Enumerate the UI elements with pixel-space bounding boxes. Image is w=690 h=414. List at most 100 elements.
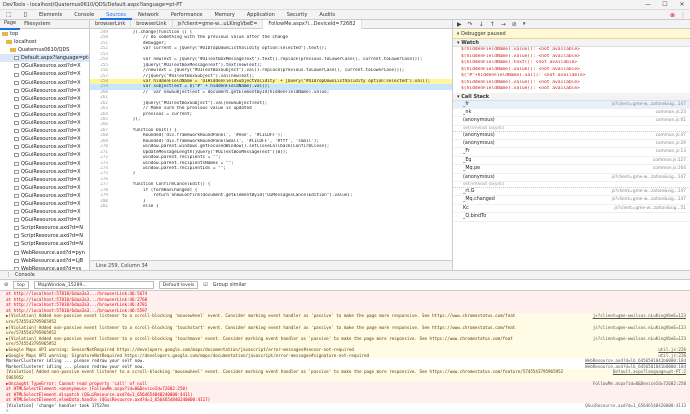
minimize-button[interactable]: — — [640, 0, 656, 10]
message-source-link[interactable]: js?client=gme-wwilsos.nLuKingVbeE=123 — [589, 313, 686, 319]
tree-item[interactable]: Quaternus0610/QDS — [0, 46, 89, 54]
device-toolbar-icon[interactable]: ▯ — [18, 10, 33, 20]
resume-icon[interactable]: ▶ — [457, 21, 462, 28]
frame-location[interactable]: js?client=gme-w...zation&sig...147 — [612, 101, 686, 108]
message-source-link[interactable]: Default.aspx?language=pt-PT:2 — [609, 369, 686, 375]
tree-item[interactable]: QGuiResource.axd?d=X — [0, 184, 89, 192]
call-frame[interactable]: _fr js?client=gme-w...zation&sig...147 — [453, 100, 690, 109]
call-frame[interactable]: _Eq common.js:127 — [453, 157, 690, 166]
tree-item[interactable]: Default.aspx?language=pt-PT — [0, 54, 89, 63]
tree-item[interactable]: QGuiResource.axd?d=X — [0, 151, 89, 159]
tree-item[interactable]: QGuiResource.axd?d=X — [0, 143, 89, 151]
close-button[interactable]: ✕ — [674, 0, 690, 10]
tree-item[interactable]: QGuiResource.axd?d=X — [0, 192, 89, 200]
tree-item[interactable]: QGuiResource.axd?d=X — [0, 62, 89, 70]
message-source-link[interactable]: FollowMe.aspx?id=0&DeviceId=72682:250 — [589, 381, 686, 387]
console-filter-input[interactable]: MapWindow_15289... — [33, 281, 154, 289]
tab-memory[interactable]: Memory — [209, 10, 241, 20]
log-levels-select[interactable]: Default levels — [158, 281, 199, 289]
call-stack-header[interactable]: ▾ Call Stack — [453, 92, 690, 101]
frame-location[interactable]: js?client=gme-w...zation&sig...147 — [612, 188, 686, 195]
tab-security[interactable]: Security — [281, 10, 314, 20]
call-frame[interactable]: _Q.bindTo — [453, 213, 690, 222]
clear-console-icon[interactable]: ⊘ — [4, 282, 8, 288]
step-into-icon[interactable]: ↓ — [479, 21, 484, 28]
tree-item[interactable]: QGuiResource.axd?d=X — [0, 176, 89, 184]
editor-tab[interactable]: browserLink — [131, 20, 173, 29]
tree-item[interactable]: QGuiResource.axd?d=X — [0, 135, 89, 143]
tree-item[interactable]: QGuiResource.axd?d=X — [0, 208, 89, 216]
console-drawer-tab[interactable]: Console — [15, 272, 35, 278]
call-frame[interactable]: _nk common.js:23 — [453, 109, 690, 118]
tab-network[interactable]: Network — [132, 10, 165, 20]
call-frame[interactable]: (anonymous) common.js:61 — [453, 117, 690, 126]
frame-location[interactable]: js?client=gme-w...zation&sig...147 — [612, 174, 686, 181]
tree-item[interactable]: QGuiResource.axd?d=X — [0, 127, 89, 135]
frame-location[interactable]: common.js:61 — [656, 117, 686, 124]
call-frame[interactable]: (anonymous) common.js:47 — [453, 132, 690, 141]
call-frame[interactable]: _Mq.pe common.js:164 — [453, 165, 690, 174]
nav-tab-filesystem[interactable]: Filesystem — [20, 20, 54, 29]
tree-item[interactable]: QGuiResource.axd?d=X — [0, 111, 89, 119]
code-line[interactable]: 281 else { — [90, 204, 452, 209]
tree-item[interactable]: QGuiResource.axd?d=X — [0, 70, 89, 78]
tree-item[interactable]: top — [0, 30, 89, 38]
more-options-icon[interactable]: ⋮ — [680, 12, 686, 19]
step-over-icon[interactable]: ↷ — [468, 21, 473, 28]
error-count-icon[interactable]: ⊗ — [670, 12, 675, 19]
inspect-icon[interactable]: ⬚ — [0, 10, 18, 20]
tree-item[interactable]: QGuiResource.axd?d=X — [0, 87, 89, 95]
tree-item[interactable]: QGuiResource.axd?d=X — [0, 160, 89, 168]
frame-location[interactable]: common.js:23 — [656, 109, 686, 116]
group-similar-checkbox[interactable]: ☑ — [203, 282, 207, 288]
tab-audits[interactable]: Audits — [313, 10, 341, 20]
tree-item[interactable]: ScriptResource.axd?d=N — [0, 232, 89, 240]
watch-header[interactable]: ▾ Watch — [453, 39, 690, 47]
tab-application[interactable]: Application — [241, 10, 281, 20]
tab-console[interactable]: Console — [68, 10, 100, 20]
tab-sources[interactable]: Sources — [100, 10, 132, 20]
frame-location[interactable]: common.js:127 — [653, 157, 686, 164]
tree-item[interactable]: QGuiResource.axd?d=X — [0, 103, 89, 111]
message-source-link[interactable]: js?client=gme-wwilsos.nLuKingVbeE=123 — [589, 336, 686, 342]
tree-item[interactable]: QGuiResource.axd?d=X — [0, 119, 89, 127]
call-frame[interactable]: (anonymous) js?client=gme-w...zation&sig.… — [453, 174, 690, 183]
call-frame[interactable]: _Fr common.js:13 — [453, 148, 690, 157]
tree-item[interactable]: QGuiResource.axd?d=X — [0, 95, 89, 103]
call-frame[interactable]: Kc js?client=gme-w...zation&sig...51 — [453, 205, 690, 214]
editor-tab-active[interactable]: FollowMe.aspx?i...DeviceId=72682 — [263, 20, 362, 29]
pause-on-exceptions-icon[interactable]: ⏸ — [523, 20, 526, 28]
drawer-menu-icon[interactable]: ⋮ — [6, 272, 11, 278]
frame-location[interactable]: js?client=gme-w...zation&sig...147 — [612, 196, 686, 203]
step-icon[interactable]: → — [501, 21, 506, 28]
tree-item[interactable]: QGuiResource.axd?d=X — [0, 168, 89, 176]
call-frame[interactable]: (anonymous) common.js:29 — [453, 140, 690, 149]
tree-item[interactable]: QGuiResource.axd?d=X — [0, 200, 89, 208]
message-source-link[interactable]: js?client=gme-wwilsos.nLuKingVbeE=123 — [589, 325, 686, 331]
frame-location[interactable]: common.js:164 — [653, 165, 686, 172]
tree-item[interactable]: ScriptResource.axd?d=N — [0, 240, 89, 248]
call-frame[interactable]: _rt.G js?client=gme-w...zation&sig...147 — [453, 188, 690, 197]
code-lines[interactable]: 249 }).change(function () {250 // Do som… — [90, 30, 452, 260]
console-prompt[interactable]: > — [0, 408, 690, 414]
message-source-link[interactable]: QGuiResource.axd?d=1_65646548420000:4113 — [581, 403, 686, 409]
tab-performance[interactable]: Performance — [165, 10, 209, 20]
tree-item[interactable]: QGuiResource.axd?d=X — [0, 216, 89, 224]
tree-item[interactable]: ScriptResource.axd?d=N — [0, 224, 89, 232]
tab-elements[interactable]: Elements — [33, 10, 68, 20]
context-select[interactable]: top — [13, 281, 29, 289]
step-out-icon[interactable]: ↑ — [490, 21, 495, 28]
frame-location[interactable]: common.js:13 — [656, 148, 686, 155]
editor-tab[interactable]: browserLink — [90, 20, 132, 29]
maximize-button[interactable]: ☐ — [657, 0, 673, 10]
tree-item[interactable]: localhost — [0, 38, 89, 46]
call-frame[interactable]: _Mq.changed js?client=gme-w...zation&sig.… — [453, 196, 690, 205]
frame-location[interactable]: common.js:47 — [656, 132, 686, 139]
tree-item[interactable]: WebResource.axd?d=LjB — [0, 257, 89, 265]
tree-item[interactable]: WebResource.axd?d=pyn — [0, 249, 89, 257]
editor-tab[interactable]: js?client=gme-w...uLKingVbeE= — [173, 20, 264, 29]
deactivate-breakpoints-icon[interactable]: ⊘ — [512, 21, 517, 28]
line-number[interactable]: 281 — [90, 204, 112, 209]
nav-tab-page[interactable]: Page — [0, 20, 21, 30]
frame-location[interactable]: common.js:29 — [656, 140, 686, 147]
